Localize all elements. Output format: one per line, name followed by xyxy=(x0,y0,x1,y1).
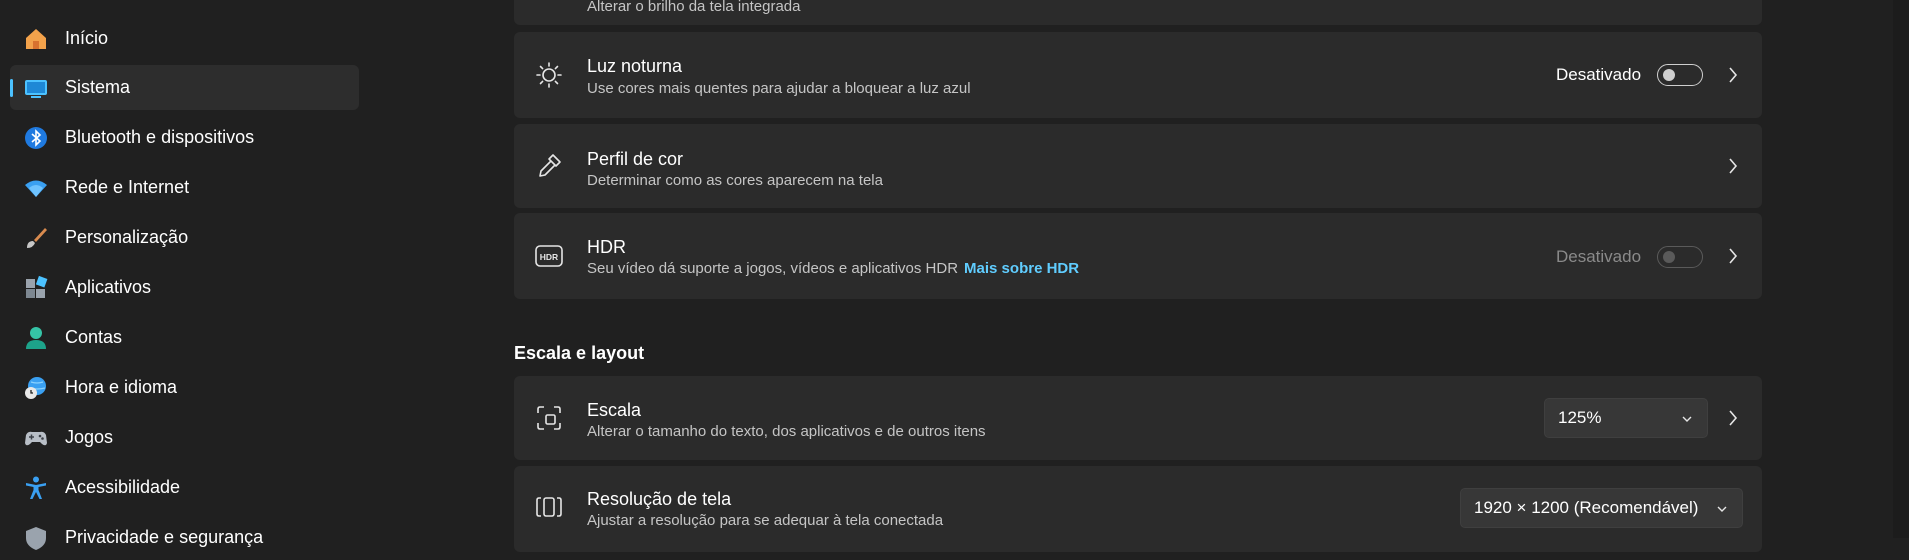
resolution-dropdown[interactable]: 1920 × 1200 (Recomendável) xyxy=(1460,488,1743,528)
sidebar-item-contas[interactable]: Contas xyxy=(10,315,359,360)
selection-indicator xyxy=(10,79,13,97)
sidebar-item-aplicativos[interactable]: Aplicativos xyxy=(10,265,359,310)
sidebar-item-label: Início xyxy=(65,28,109,48)
night-light-title: Luz noturna xyxy=(587,56,683,76)
sidebar-item-label: Acessibilidade xyxy=(65,477,181,497)
sidebar-item-label: Jogos xyxy=(65,427,114,447)
scale-subtitle: Alterar o tamanho do texto, dos aplicati… xyxy=(587,423,986,440)
section-title-scale-layout: Escala e layout xyxy=(514,343,645,363)
brightness-card[interactable]: Alterar o brilho da tela integrada xyxy=(514,0,1762,25)
brightness-subtitle: Alterar o brilho da tela integrada xyxy=(587,0,801,15)
chevron-right-icon[interactable] xyxy=(1726,248,1740,264)
hdr-subtitle: Seu vídeo dá suporte a jogos, vídeos e a… xyxy=(587,260,959,277)
hdr-icon: HDR xyxy=(534,241,564,271)
sidebar-item-label: Bluetooth e dispositivos xyxy=(65,127,255,147)
scale-dropdown-value: 125% xyxy=(1558,408,1602,427)
hdr-title: HDR xyxy=(587,237,626,257)
sidebar-item-personalizacao[interactable]: Personalização xyxy=(10,215,359,260)
more-about-hdr-link[interactable]: Mais sobre HDR xyxy=(964,260,1079,277)
scale-title: Escala xyxy=(587,400,642,420)
eyedropper-icon xyxy=(534,151,564,181)
scale-card[interactable]: Escala Alterar o tamanho do texto, dos a… xyxy=(514,376,1762,460)
apps-icon xyxy=(23,275,49,301)
wifi-icon xyxy=(23,175,49,201)
resolution-icon xyxy=(534,492,564,522)
gamepad-icon xyxy=(23,425,49,451)
sidebar-item-label: Aplicativos xyxy=(65,277,152,297)
scrollbar[interactable] xyxy=(1893,0,1909,538)
sidebar-item-label: Personalização xyxy=(65,227,189,247)
hdr-card[interactable]: HDR HDR Seu vídeo dá suporte a jogos, ví… xyxy=(514,213,1762,299)
hdr-subtitle-row: Seu vídeo dá suporte a jogos, vídeos e a… xyxy=(587,260,1079,277)
chevron-down-icon xyxy=(1716,502,1728,514)
color-profile-subtitle: Determinar como as cores aparecem na tel… xyxy=(587,172,883,189)
accessibility-icon xyxy=(23,475,49,501)
chevron-right-icon[interactable] xyxy=(1726,67,1740,83)
brush-icon xyxy=(23,225,49,251)
night-light-status: Desativado xyxy=(1556,65,1642,84)
home-icon xyxy=(23,26,49,52)
resolution-card[interactable]: Resolução de tela Ajustar a resolução pa… xyxy=(514,466,1762,552)
sidebar-item-label: Contas xyxy=(65,327,123,347)
night-light-toggle[interactable] xyxy=(1657,64,1703,86)
sidebar-item-label: Hora e idioma xyxy=(65,377,178,397)
night-light-subtitle: Use cores mais quentes para ajudar a blo… xyxy=(587,80,971,97)
sidebar-item-label: Sistema xyxy=(65,77,131,97)
resolution-subtitle: Ajustar a resolução para se adequar à te… xyxy=(587,512,944,529)
system-icon xyxy=(23,75,49,101)
sidebar-item-bluetooth[interactable]: Bluetooth e dispositivos xyxy=(10,115,359,160)
sidebar-item-rede[interactable]: Rede e Internet xyxy=(10,165,359,210)
night-light-icon xyxy=(534,60,564,90)
night-light-card[interactable]: Luz noturna Use cores mais quentes para … xyxy=(514,32,1762,118)
hdr-toggle[interactable] xyxy=(1657,246,1703,268)
resolution-title: Resolução de tela xyxy=(587,489,732,509)
sidebar-item-hora-idioma[interactable]: Hora e idioma xyxy=(10,365,359,410)
globe-clock-icon xyxy=(23,375,49,401)
hdr-status: Desativado xyxy=(1556,247,1642,266)
sidebar-item-acessibilidade[interactable]: Acessibilidade xyxy=(10,465,359,510)
scale-icon xyxy=(534,403,564,433)
scale-dropdown[interactable]: 125% xyxy=(1544,398,1708,438)
sidebar-item-jogos[interactable]: Jogos xyxy=(10,415,359,460)
account-icon xyxy=(23,325,49,351)
resolution-dropdown-value: 1920 × 1200 (Recomendável) xyxy=(1474,498,1699,517)
shield-icon xyxy=(23,525,49,551)
color-profile-card[interactable]: Perfil de cor Determinar como as cores a… xyxy=(514,124,1762,208)
chevron-down-icon xyxy=(1681,412,1693,424)
svg-text:HDR: HDR xyxy=(540,252,558,262)
sidebar-item-inicio[interactable]: Início xyxy=(10,16,359,61)
sidebar-nav: Início Sistema Bluetooth e dispositivos … xyxy=(0,0,370,550)
color-profile-title: Perfil de cor xyxy=(587,149,684,169)
chevron-right-icon[interactable] xyxy=(1726,410,1740,426)
sidebar-item-sistema[interactable]: Sistema xyxy=(10,65,359,110)
chevron-right-icon[interactable] xyxy=(1726,158,1740,174)
sidebar-item-label: Rede e Internet xyxy=(65,177,190,197)
bluetooth-icon xyxy=(23,125,49,151)
